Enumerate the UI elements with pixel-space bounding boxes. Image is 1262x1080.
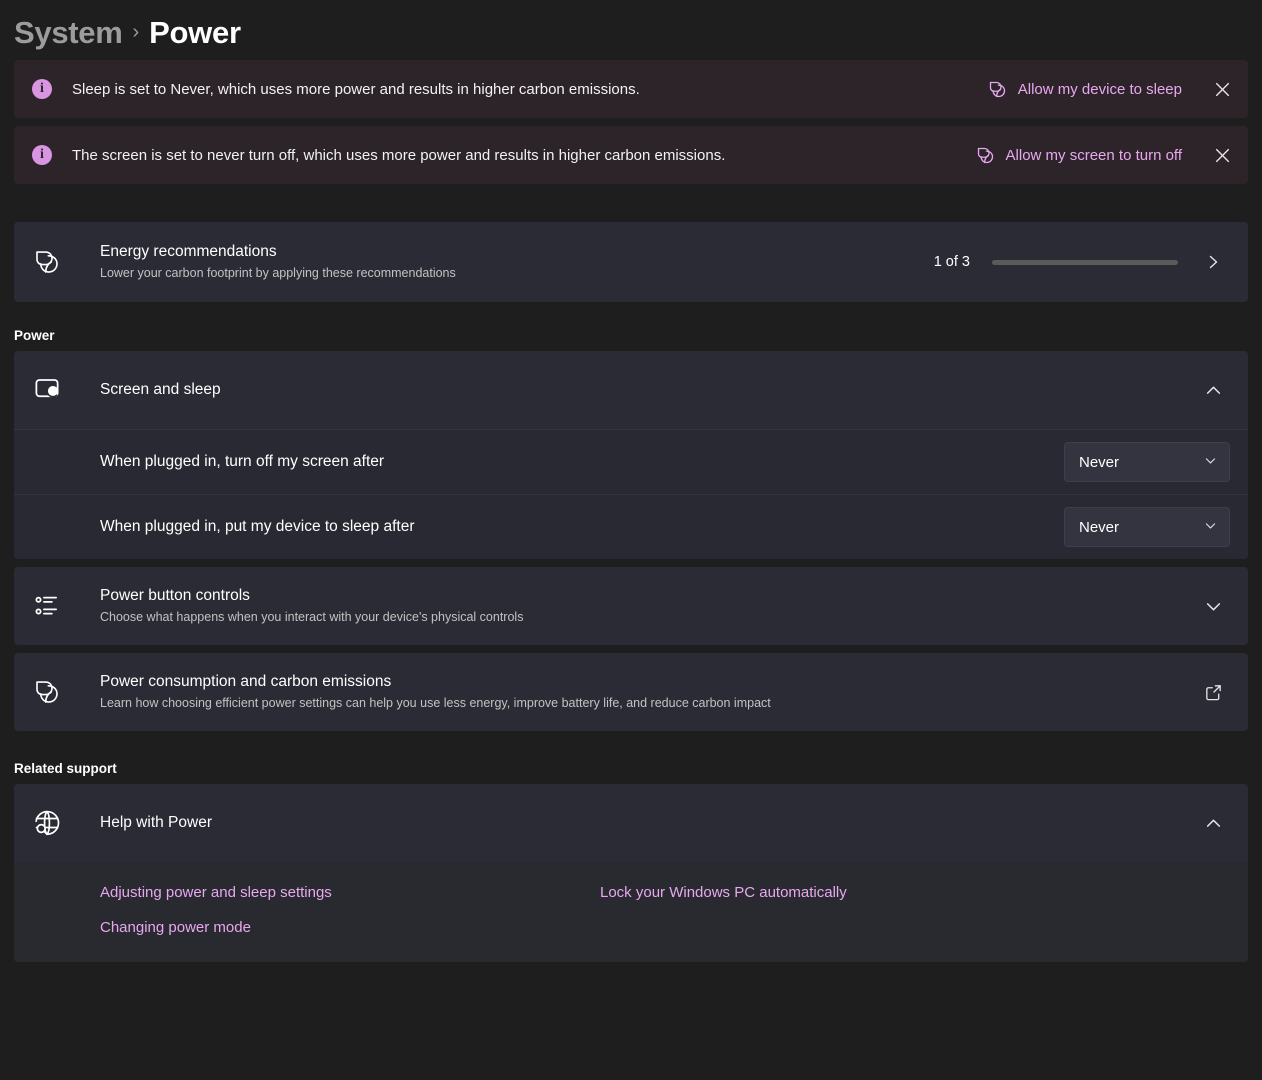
power-consumption-row[interactable]: Power consumption and carbon emissions L… xyxy=(14,653,1248,731)
power-consumption-subtitle: Learn how choosing efficient power setti… xyxy=(100,695,1196,711)
energy-recommendations-subtitle: Lower your carbon footprint by applying … xyxy=(100,265,934,281)
section-header-power: Power xyxy=(14,328,1248,343)
eco-leaf-icon xyxy=(32,247,78,277)
section-header-related-support: Related support xyxy=(14,761,1248,776)
breadcrumb: System › Power xyxy=(14,0,1248,60)
chevron-up-icon[interactable] xyxy=(1196,373,1230,407)
help-with-power-header[interactable]: Help with Power xyxy=(14,784,1248,862)
allow-screen-to-turn-off-button[interactable]: Allow my screen to turn off xyxy=(975,145,1182,166)
setting-label: When plugged in, turn off my screen afte… xyxy=(100,453,1064,471)
energy-recommendations-row[interactable]: Energy recommendations Lower your carbon… xyxy=(14,222,1248,302)
external-link-icon[interactable] xyxy=(1196,675,1230,709)
energy-recommendations-title: Energy recommendations xyxy=(100,242,934,262)
list-settings-icon xyxy=(32,591,78,621)
screen-sleep-icon xyxy=(32,375,78,405)
help-with-power-card: Help with Power Adjusting power and slee… xyxy=(14,784,1248,962)
energy-recommendations-card[interactable]: Energy recommendations Lower your carbon… xyxy=(14,222,1248,302)
breadcrumb-separator-icon: › xyxy=(133,21,140,46)
settings-page: System › Power i Sleep is set to Never, … xyxy=(0,0,1262,1080)
banner-action-label: Allow my screen to turn off xyxy=(1006,147,1182,164)
sleep-after-dropdown[interactable]: Never xyxy=(1064,507,1230,547)
power-button-controls-toggle[interactable] xyxy=(1196,589,1230,623)
setting-row-sleep-after: When plugged in, put my device to sleep … xyxy=(14,494,1248,559)
power-consumption-open[interactable] xyxy=(1196,675,1230,709)
screen-and-sleep-title: Screen and sleep xyxy=(100,380,1196,400)
chevron-up-icon[interactable] xyxy=(1196,806,1230,840)
info-banner-screen: i The screen is set to never turn off, w… xyxy=(14,126,1248,184)
close-icon[interactable] xyxy=(1200,66,1244,112)
eco-leaf-icon xyxy=(975,145,996,166)
turn-off-screen-dropdown[interactable]: Never xyxy=(1064,442,1230,482)
power-button-controls-title: Power button controls xyxy=(100,586,1196,606)
banner-message: Sleep is set to Never, which uses more p… xyxy=(72,81,987,98)
dropdown-value: Never xyxy=(1079,520,1119,535)
chevron-down-icon[interactable] xyxy=(1196,589,1230,623)
info-icon: i xyxy=(32,79,52,99)
breadcrumb-root[interactable]: System xyxy=(14,15,123,51)
screen-and-sleep-header[interactable]: Screen and sleep xyxy=(14,351,1248,429)
chevron-right-icon[interactable] xyxy=(1196,245,1230,279)
help-with-power-body: Help with Power xyxy=(78,813,1196,833)
power-button-controls-body: Power button controls Choose what happen… xyxy=(78,586,1196,625)
power-consumption-card[interactable]: Power consumption and carbon emissions L… xyxy=(14,653,1248,731)
power-consumption-body: Power consumption and carbon emissions L… xyxy=(78,672,1196,711)
screen-and-sleep-body: Screen and sleep xyxy=(78,380,1196,400)
power-button-controls-row[interactable]: Power button controls Choose what happen… xyxy=(14,567,1248,645)
setting-row-turn-off-screen: When plugged in, turn off my screen afte… xyxy=(14,429,1248,494)
help-link-changing-power-mode[interactable]: Changing power mode xyxy=(100,919,251,936)
screen-and-sleep-toggle[interactable] xyxy=(1196,373,1230,407)
allow-device-to-sleep-button[interactable]: Allow my device to sleep xyxy=(987,79,1182,100)
dropdown-value: Never xyxy=(1079,455,1119,470)
eco-leaf-icon xyxy=(32,677,78,707)
help-with-power-title: Help with Power xyxy=(100,813,1196,833)
progress-bar[interactable] xyxy=(992,260,1178,265)
power-button-controls-subtitle: Choose what happens when you interact wi… xyxy=(100,609,1196,625)
close-icon[interactable] xyxy=(1200,132,1244,178)
info-icon: i xyxy=(32,145,52,165)
page-title: Power xyxy=(149,15,241,51)
energy-recommendations-progress: 1 of 3 xyxy=(934,245,1230,279)
screen-and-sleep-card: Screen and sleep When plugged in, turn o… xyxy=(14,351,1248,559)
eco-leaf-icon xyxy=(987,79,1008,100)
progress-label: 1 of 3 xyxy=(934,254,970,270)
power-button-controls-card[interactable]: Power button controls Choose what happen… xyxy=(14,567,1248,645)
energy-recommendations-body: Energy recommendations Lower your carbon… xyxy=(78,242,934,281)
help-link-adjusting-power-sleep[interactable]: Adjusting power and sleep settings xyxy=(100,884,332,901)
chevron-down-icon xyxy=(1204,519,1217,536)
setting-label: When plugged in, put my device to sleep … xyxy=(100,518,1064,536)
power-consumption-title: Power consumption and carbon emissions xyxy=(100,672,1196,692)
help-with-power-toggle[interactable] xyxy=(1196,806,1230,840)
help-links-grid: Adjusting power and sleep settings Lock … xyxy=(14,862,1248,962)
help-link-lock-pc-automatically[interactable]: Lock your Windows PC automatically xyxy=(600,884,847,901)
globe-search-icon xyxy=(32,808,78,838)
info-banner-sleep: i Sleep is set to Never, which uses more… xyxy=(14,60,1248,118)
banner-action-label: Allow my device to sleep xyxy=(1018,81,1182,98)
banner-message: The screen is set to never turn off, whi… xyxy=(72,147,975,164)
chevron-down-icon xyxy=(1204,454,1217,471)
